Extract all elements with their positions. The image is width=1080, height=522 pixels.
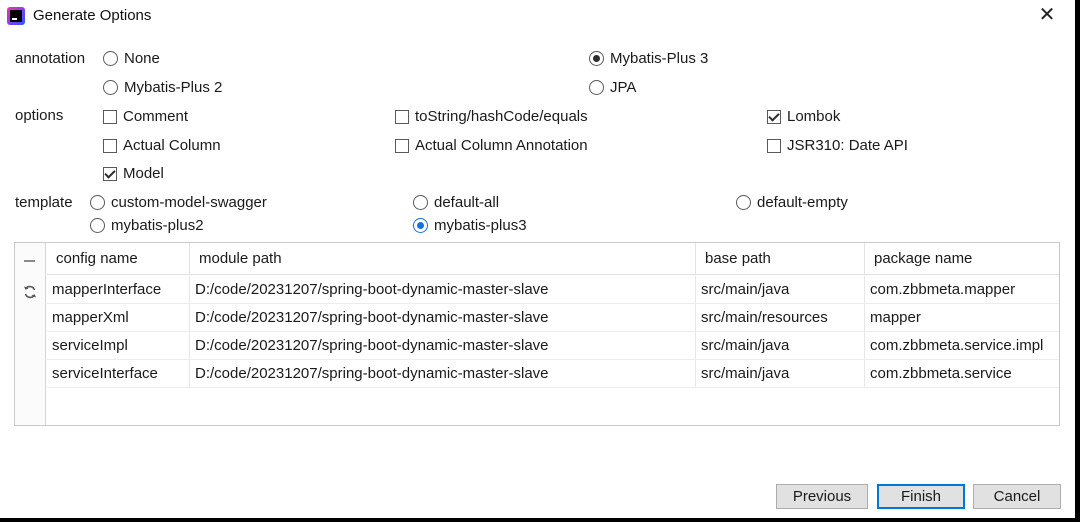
cell-config-name[interactable]: mapperInterface — [47, 276, 190, 303]
radio-button[interactable] — [589, 80, 604, 95]
checkbox-label: Model — [123, 165, 164, 182]
option-actual-column-checkbox[interactable]: Actual Column — [103, 137, 221, 154]
radio-label: None — [124, 50, 160, 67]
radio-label: mybatis-plus3 — [434, 217, 527, 234]
title-bar: Generate Options ✕ — [0, 0, 1075, 32]
radio-button-selected[interactable] — [413, 218, 428, 233]
radio-button[interactable] — [103, 80, 118, 95]
checkbox-label: Comment — [123, 108, 189, 125]
column-header-module-path[interactable]: module path — [190, 243, 696, 275]
table-header: config name module path base path packag… — [47, 243, 1059, 275]
radio-button[interactable] — [103, 51, 118, 66]
checkbox-label: Actual Column Annotation — [415, 137, 588, 154]
cell-package-name[interactable]: com.zbbmeta.service — [865, 360, 1059, 387]
minus-icon[interactable] — [24, 260, 35, 262]
table-row[interactable]: mapperXml D:/code/20231207/spring-boot-d… — [47, 304, 1059, 332]
radio-button-selected[interactable] — [589, 51, 604, 66]
radio-label: mybatis-plus2 — [111, 217, 204, 234]
cell-module-path[interactable]: D:/code/20231207/spring-boot-dynamic-mas… — [190, 360, 696, 387]
checkbox[interactable] — [103, 109, 117, 124]
window-title: Generate Options — [33, 7, 152, 24]
column-header-package-name[interactable]: package name — [865, 243, 1059, 275]
cell-module-path[interactable]: D:/code/20231207/spring-boot-dynamic-mas… — [190, 332, 696, 359]
checkbox-checked[interactable] — [103, 166, 117, 181]
config-table: config name module path base path packag… — [14, 242, 1060, 426]
table-row[interactable]: serviceImpl D:/code/20231207/spring-boot… — [47, 332, 1059, 360]
column-header-config-name[interactable]: config name — [47, 243, 190, 275]
cell-base-path[interactable]: src/main/java — [696, 276, 865, 303]
cell-package-name[interactable]: com.zbbmeta.mapper — [865, 276, 1059, 303]
radio-label: JPA — [610, 79, 637, 96]
table-row[interactable]: serviceInterface D:/code/20231207/spring… — [47, 360, 1059, 388]
annotation-label: annotation — [15, 50, 86, 67]
checkbox-label: Lombok — [787, 108, 841, 125]
radio-button[interactable] — [90, 218, 105, 233]
cell-base-path[interactable]: src/main/resources — [696, 304, 865, 331]
radio-button[interactable] — [413, 195, 428, 210]
radio-label: Mybatis-Plus 2 — [124, 79, 223, 96]
radio-label: default-all — [434, 194, 500, 211]
finish-button[interactable]: Finish — [877, 484, 965, 509]
cell-config-name[interactable]: serviceImpl — [47, 332, 190, 359]
table-gutter — [15, 243, 46, 425]
checkbox-label: JSR310: Date API — [787, 137, 908, 154]
options-label: options — [15, 107, 64, 124]
cell-module-path[interactable]: D:/code/20231207/spring-boot-dynamic-mas… — [190, 276, 696, 303]
close-icon[interactable]: ✕ — [1035, 3, 1059, 27]
template-radio-default-empty[interactable]: default-empty — [736, 194, 848, 211]
column-header-base-path[interactable]: base path — [696, 243, 865, 275]
template-radio-custom-model-swagger[interactable]: custom-model-swagger — [90, 194, 267, 211]
annotation-radio-jpa[interactable]: JPA — [589, 79, 636, 96]
previous-button[interactable]: Previous — [776, 484, 868, 509]
checkbox-label: Actual Column — [123, 137, 221, 154]
cell-base-path[interactable]: src/main/java — [696, 332, 865, 359]
cell-config-name[interactable]: mapperXml — [47, 304, 190, 331]
radio-label: default-empty — [757, 194, 848, 211]
radio-label: Mybatis-Plus 3 — [610, 50, 709, 67]
radio-button[interactable] — [90, 195, 105, 210]
option-tostring-checkbox[interactable]: toString/hashCode/equals — [395, 108, 588, 125]
annotation-radio-none[interactable]: None — [103, 50, 160, 67]
cancel-button[interactable]: Cancel — [973, 484, 1061, 509]
option-lombok-checkbox[interactable]: Lombok — [767, 108, 840, 125]
annotation-radio-mybatis-plus-2[interactable]: Mybatis-Plus 2 — [103, 79, 222, 96]
option-jsr310-checkbox[interactable]: JSR310: Date API — [767, 137, 908, 154]
intellij-app-icon — [7, 7, 25, 25]
cell-base-path[interactable]: src/main/java — [696, 360, 865, 387]
cell-module-path[interactable]: D:/code/20231207/spring-boot-dynamic-mas… — [190, 304, 696, 331]
option-comment-checkbox[interactable]: Comment — [103, 108, 188, 125]
checkbox[interactable] — [395, 109, 409, 124]
template-label: template — [15, 194, 73, 211]
checkbox[interactable] — [767, 138, 781, 153]
option-actual-column-annotation-checkbox[interactable]: Actual Column Annotation — [395, 137, 588, 154]
checkbox[interactable] — [103, 138, 117, 153]
checkbox[interactable] — [395, 138, 409, 153]
cell-config-name[interactable]: serviceInterface — [47, 360, 190, 387]
annotation-radio-mybatis-plus-3[interactable]: Mybatis-Plus 3 — [589, 50, 708, 67]
checkbox-label: toString/hashCode/equals — [415, 108, 588, 125]
table-row[interactable]: mapperInterface D:/code/20231207/spring-… — [47, 276, 1059, 304]
radio-button[interactable] — [736, 195, 751, 210]
radio-label: custom-model-swagger — [111, 194, 267, 211]
template-radio-default-all[interactable]: default-all — [413, 194, 499, 211]
generate-options-dialog: Generate Options ✕ annotation None Mybat… — [0, 0, 1075, 518]
checkbox-checked[interactable] — [767, 109, 781, 124]
template-radio-mybatis-plus3[interactable]: mybatis-plus3 — [413, 217, 527, 234]
template-radio-mybatis-plus2[interactable]: mybatis-plus2 — [90, 217, 204, 234]
cell-package-name[interactable]: com.zbbmeta.service.impl — [865, 332, 1059, 359]
refresh-icon[interactable] — [23, 285, 37, 299]
option-model-checkbox[interactable]: Model — [103, 165, 164, 182]
cell-package-name[interactable]: mapper — [865, 304, 1059, 331]
